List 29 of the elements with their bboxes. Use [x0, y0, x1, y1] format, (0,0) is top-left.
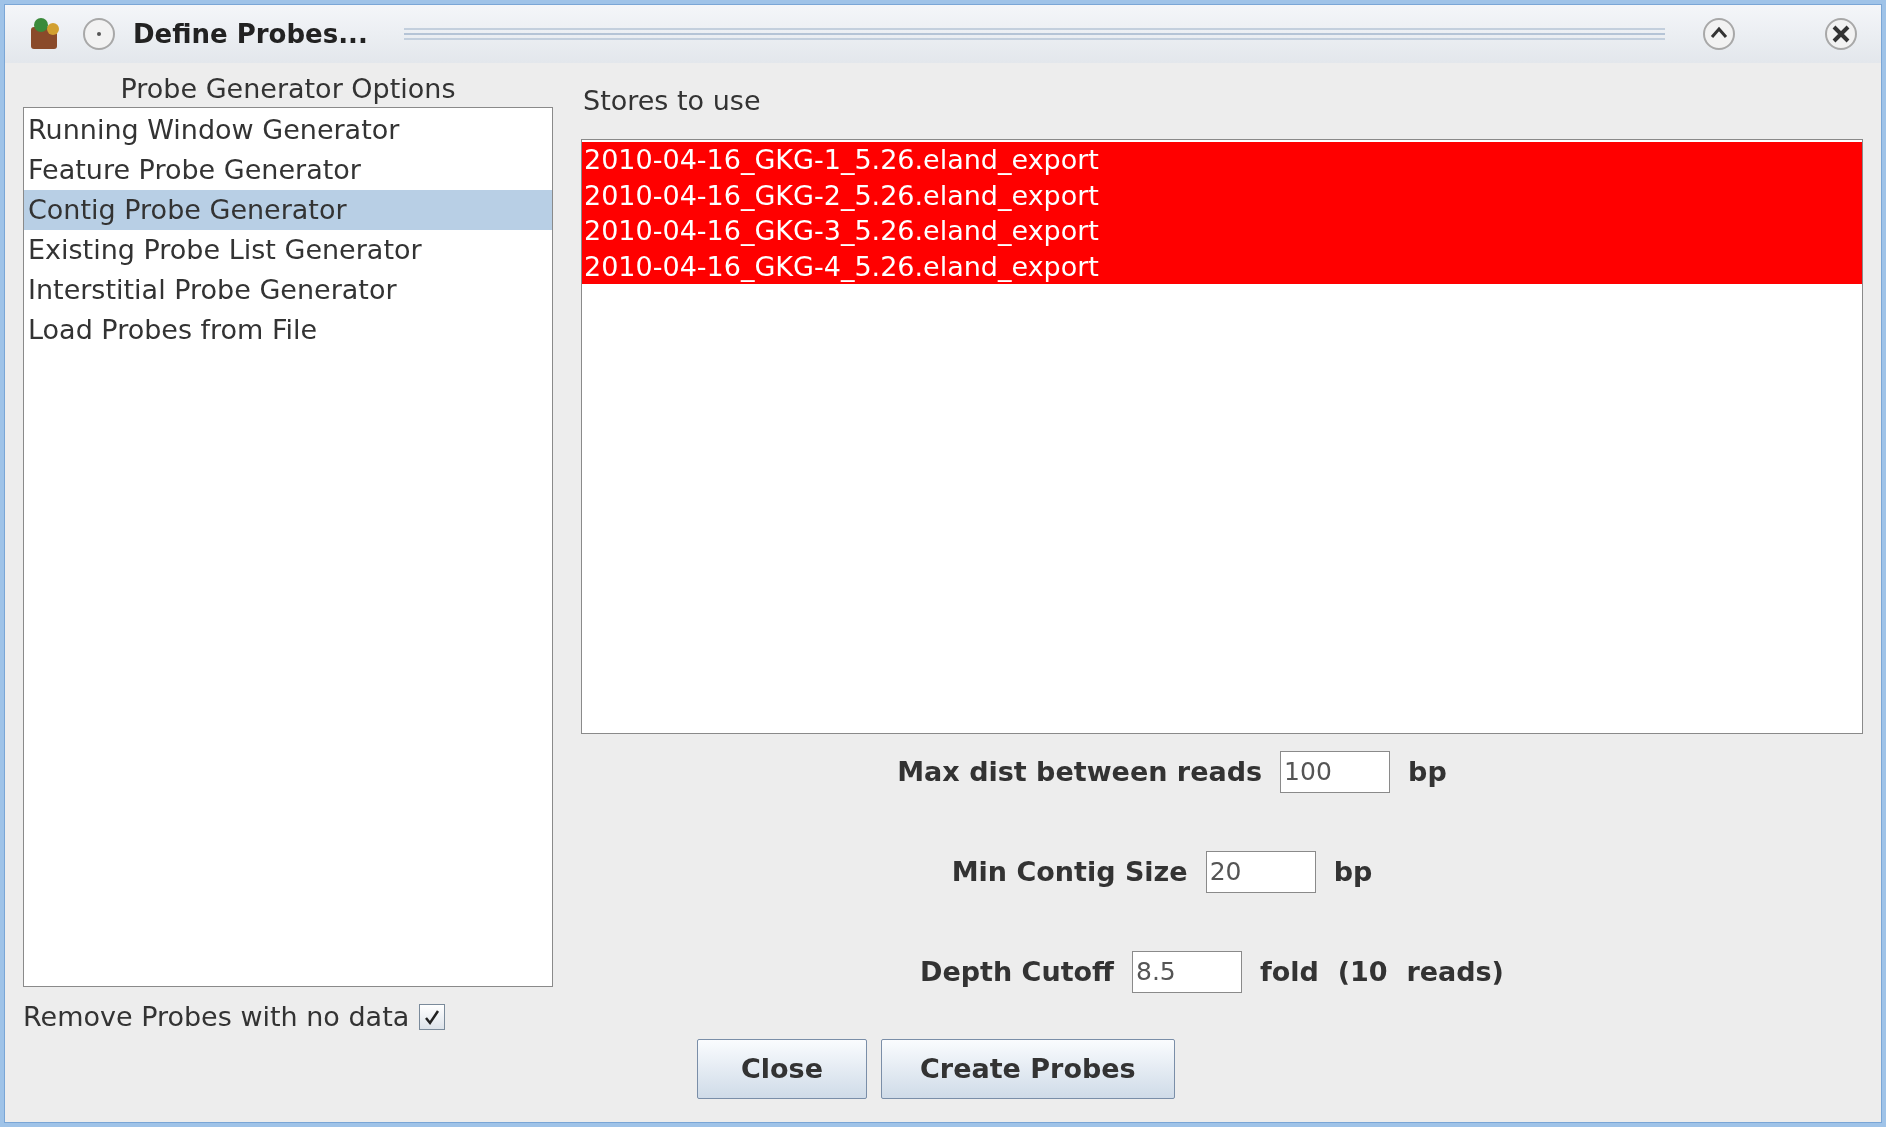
collapse-icon[interactable]	[1701, 16, 1737, 52]
unit-label: fold (10 reads)	[1260, 954, 1504, 989]
store-item[interactable]: 2010-04-16_GKG-3_5.26.eland_export	[582, 213, 1862, 249]
checkbox-label: Remove Probes with no data	[23, 1000, 410, 1034]
unit-label: bp	[1333, 854, 1373, 889]
window-title: Define Probes...	[133, 17, 368, 51]
generator-item[interactable]: Contig Probe Generator	[24, 190, 552, 230]
close-icon[interactable]	[1823, 16, 1859, 52]
value-field[interactable]: 20	[1205, 851, 1316, 893]
generator-item[interactable]: Running Window Generator	[24, 110, 552, 150]
value-field[interactable]: 8.5	[1132, 951, 1242, 993]
value-field[interactable]: 100	[1280, 751, 1391, 793]
generator-item[interactable]: Interstitial Probe Generator	[24, 270, 552, 310]
remove-probes-checkbox[interactable]	[419, 1004, 446, 1031]
store-item[interactable]: 2010-04-16_GKG-1_5.26.eland_export	[582, 142, 1862, 178]
field-label: Min Contig Size	[951, 854, 1188, 889]
close-button[interactable]: Close	[697, 1039, 867, 1099]
generator-item[interactable]: Feature Probe Generator	[24, 150, 552, 190]
store-item[interactable]: 2010-04-16_GKG-2_5.26.eland_export	[582, 177, 1862, 213]
generator-item[interactable]: Existing Probe List Generator	[24, 230, 552, 270]
panel-title: Probe Generator Options	[119, 72, 457, 106]
stores-title: Stores to use	[582, 84, 762, 118]
store-item[interactable]: 2010-04-16_GKG-4_5.26.eland_export	[582, 248, 1862, 284]
check-icon	[423, 1008, 442, 1027]
generator-item[interactable]: Load Probes from File	[24, 310, 552, 350]
unit-label: bp	[1408, 754, 1447, 789]
create-probes-button[interactable]: Create Probes	[881, 1039, 1175, 1099]
field-label: Max dist between reads	[897, 754, 1263, 789]
field-label: Depth Cutoff	[920, 954, 1114, 989]
